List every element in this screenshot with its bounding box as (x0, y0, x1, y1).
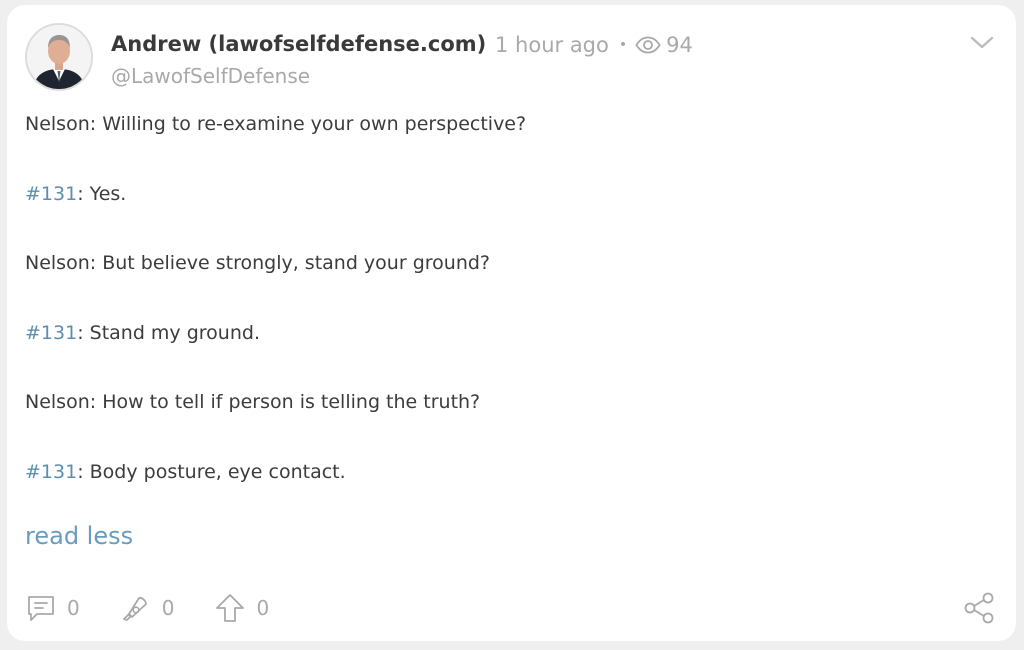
boost-count: 0 (256, 596, 270, 620)
author-name[interactable]: Andrew (lawofselfdefense.com) (111, 32, 486, 56)
timestamp[interactable]: 1 hour ago (495, 33, 609, 57)
post-line: #131: Body posture, eye contact. (25, 461, 985, 531)
post-line: #131: Yes. (25, 183, 985, 253)
line-text: : Stand my ground. (77, 321, 260, 344)
post-line: #131: Stand my ground. (25, 322, 985, 392)
share-icon[interactable] (963, 591, 997, 625)
boost-arrow-up-icon (214, 592, 246, 624)
post-line: Nelson: But believe strongly, stand your… (25, 252, 985, 322)
view-count: 94 (666, 33, 693, 57)
post-meta: 1 hour ago • 94 (495, 33, 693, 57)
read-less-link[interactable]: read less (25, 522, 133, 550)
speaker-label: Nelson (25, 113, 90, 135)
comment-icon (25, 592, 57, 624)
author-handle[interactable]: @LawofSelfDefense (111, 64, 310, 88)
chevron-down-icon[interactable] (969, 33, 995, 53)
hashtag-link[interactable]: #131 (25, 461, 77, 483)
post-card: Andrew (lawofselfdefense.com) 1 hour ago… (7, 5, 1016, 641)
speaker-label: Nelson (25, 252, 90, 274)
post-line: Nelson: Willing to re-examine your own p… (25, 113, 985, 183)
line-text: : Willing to re-examine your own perspec… (89, 113, 527, 135)
comment-button[interactable]: 0 (25, 592, 80, 624)
eye-icon (635, 36, 661, 54)
post-body: Nelson: Willing to re-examine your own p… (25, 113, 985, 530)
avatar-portrait-icon (27, 25, 91, 89)
line-text: : Body posture, eye contact. (77, 460, 346, 483)
repost-count: 0 (161, 596, 175, 620)
speaker-label: Nelson (25, 391, 90, 413)
repost-icon (120, 592, 152, 624)
action-bar: 0 0 0 (25, 591, 309, 625)
boost-button[interactable]: 0 (214, 592, 269, 624)
comment-count: 0 (67, 596, 80, 620)
hashtag-link[interactable]: #131 (25, 183, 77, 205)
repost-button[interactable]: 0 (120, 592, 175, 624)
line-text: : Yes. (77, 182, 127, 205)
meta-separator: • (618, 37, 628, 53)
avatar[interactable] (25, 23, 93, 91)
line-text: : How to tell if person is telling the t… (89, 391, 481, 413)
post-line: Nelson: How to tell if person is telling… (25, 391, 985, 461)
line-text: : But believe strongly, stand your groun… (89, 252, 491, 274)
hashtag-link[interactable]: #131 (25, 322, 77, 344)
